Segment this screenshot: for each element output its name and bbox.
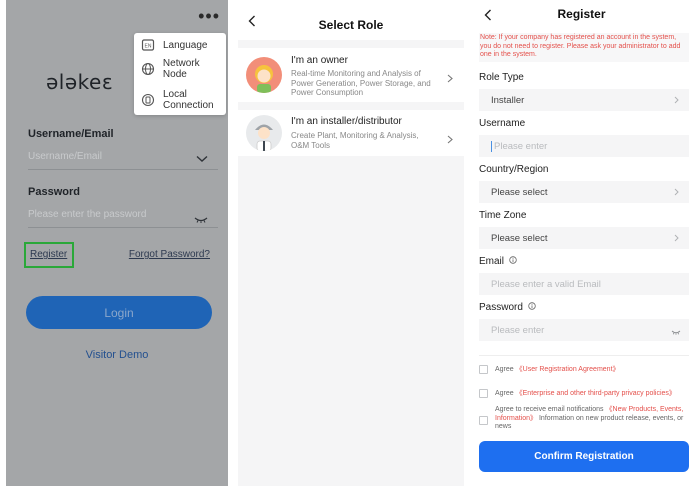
agree-email-notifications: Agree to receive email notifications 《Ne…: [479, 406, 689, 436]
chevron-right-icon: [674, 96, 679, 107]
installer-avatar-icon: [246, 115, 282, 151]
visitor-demo-link[interactable]: Visitor Demo: [6, 349, 228, 361]
role-installer-title: I'm an installer/distributor: [291, 116, 402, 127]
chevron-right-icon: [674, 234, 679, 245]
eye-closed-icon[interactable]: [671, 327, 681, 338]
role-installer-description: Create Plant, Monitoring & Analysis, O&M…: [291, 131, 419, 150]
agree2-prefix: Agree: [495, 390, 514, 397]
agree-user-agreement-text: Agree 《User Registration Agreement》: [495, 366, 688, 375]
login-button[interactable]: Login: [26, 296, 212, 329]
role-owner-description: Real-time Monitoring and Analysis of Pow…: [291, 69, 431, 97]
email-label-text: Email: [479, 256, 505, 267]
email-placeholder: Please enter a valid Email: [491, 278, 601, 290]
login-screen: ••• ələkeɛ EN Language Network Node Loca…: [6, 0, 228, 486]
password-label: Password: [28, 186, 80, 198]
text-cursor: [491, 140, 492, 152]
username-placeholder: Please enter: [494, 140, 548, 152]
password-placeholder: Please enter: [491, 324, 545, 336]
svg-text:EN: EN: [145, 44, 152, 50]
agree-email-checkbox[interactable]: [479, 416, 488, 425]
divider: [479, 355, 689, 356]
timezone-label: Time Zone: [479, 210, 526, 221]
username-input[interactable]: Username/Email: [28, 151, 102, 162]
menu-item-language[interactable]: EN Language: [134, 35, 226, 55]
chevron-right-icon: [447, 70, 453, 88]
password-label: Password: [479, 302, 536, 313]
confirm-registration-button[interactable]: Confirm Registration: [479, 441, 689, 472]
menu-item-local-connection-label: Local Connection: [163, 89, 214, 111]
menu-item-local-connection[interactable]: Local Connection: [134, 87, 226, 113]
country-select[interactable]: Please select: [479, 181, 689, 203]
owner-avatar-icon: [246, 57, 282, 93]
agree-user-agreement: Agree 《User Registration Agreement》: [479, 365, 689, 377]
timezone-label-text: Time Zone: [479, 210, 527, 221]
country-label-text: Country/Region: [479, 164, 549, 175]
select-role-screen: Select Role I'm an owner Real-time Monit…: [238, 0, 464, 486]
agree-user-agreement-checkbox[interactable]: [479, 365, 488, 374]
privacy-policy-link[interactable]: 《Enterprise and other third-party privac…: [516, 390, 676, 397]
chevron-down-icon[interactable]: [196, 150, 208, 168]
password-underline: [28, 227, 218, 228]
country-label: Country/Region: [479, 164, 548, 175]
username-underline: [28, 169, 218, 170]
role-option-owner[interactable]: I'm an owner Real-time Monitoring and An…: [238, 48, 464, 102]
device-icon: [140, 92, 156, 108]
username-label: Username: [479, 118, 525, 129]
agree-privacy-policies: Agree 《Enterprise and other third-party …: [479, 389, 689, 401]
username-input[interactable]: Please enter: [479, 135, 689, 157]
password-label-text: Password: [479, 302, 523, 313]
info-icon[interactable]: [509, 256, 517, 267]
agree-email-text: Agree to receive email notifications 《Ne…: [495, 406, 688, 432]
username-label: Username/Email: [28, 128, 114, 140]
timezone-value: Please select: [491, 232, 548, 244]
role-type-label: Role Type: [479, 72, 524, 83]
language-icon: EN: [140, 37, 156, 53]
chevron-right-icon: [674, 188, 679, 199]
info-icon[interactable]: [528, 302, 536, 313]
role-owner-title: I'm an owner: [291, 55, 348, 66]
register-screen: Register Note: If your company has regis…: [474, 0, 689, 486]
role-type-select[interactable]: Installer: [479, 89, 689, 111]
password-input[interactable]: Please enter the password: [28, 209, 146, 220]
more-menu-icon[interactable]: •••: [198, 6, 220, 27]
globe-icon: [140, 61, 156, 77]
role-type-label-text: Role Type: [479, 72, 524, 83]
brand-logo: ələkeɛ: [46, 70, 114, 94]
menu-item-network-node-label: Network Node: [162, 58, 200, 80]
menu-item-network-node[interactable]: Network Node: [134, 58, 226, 80]
local-label-line1: Local: [163, 89, 187, 100]
forgot-password-link[interactable]: Forgot Password?: [129, 249, 210, 260]
eye-closed-icon[interactable]: [194, 210, 208, 228]
settings-popup-menu: EN Language Network Node Local Connectio…: [134, 33, 226, 115]
email-label: Email: [479, 256, 517, 267]
user-agreement-link[interactable]: 《User Registration Agreement》: [516, 366, 620, 373]
agree1-prefix: Agree: [495, 366, 514, 373]
timezone-select[interactable]: Please select: [479, 227, 689, 249]
chevron-right-icon: [447, 131, 453, 149]
password-input[interactable]: Please enter: [479, 319, 689, 341]
page-title: Select Role: [318, 18, 384, 32]
role-type-value: Installer: [491, 94, 525, 106]
agree3-prefix: Agree to receive email notifications: [495, 406, 604, 413]
agree-privacy-checkbox[interactable]: [479, 389, 488, 398]
register-link[interactable]: Register: [30, 249, 67, 260]
page-title: Register: [557, 7, 606, 21]
agree-privacy-text: Agree 《Enterprise and other third-party …: [495, 390, 688, 399]
local-label-line2: Connection: [163, 100, 214, 111]
select-role-header: Select Role: [238, 0, 464, 40]
register-note: Note: If your company has registered an …: [479, 33, 689, 62]
email-input[interactable]: Please enter a valid Email: [479, 273, 689, 295]
role-option-installer[interactable]: I'm an installer/distributor Create Plan…: [238, 110, 464, 156]
menu-item-language-label: Language: [163, 39, 208, 51]
country-value: Please select: [491, 186, 548, 198]
username-label-text: Username: [479, 118, 526, 129]
